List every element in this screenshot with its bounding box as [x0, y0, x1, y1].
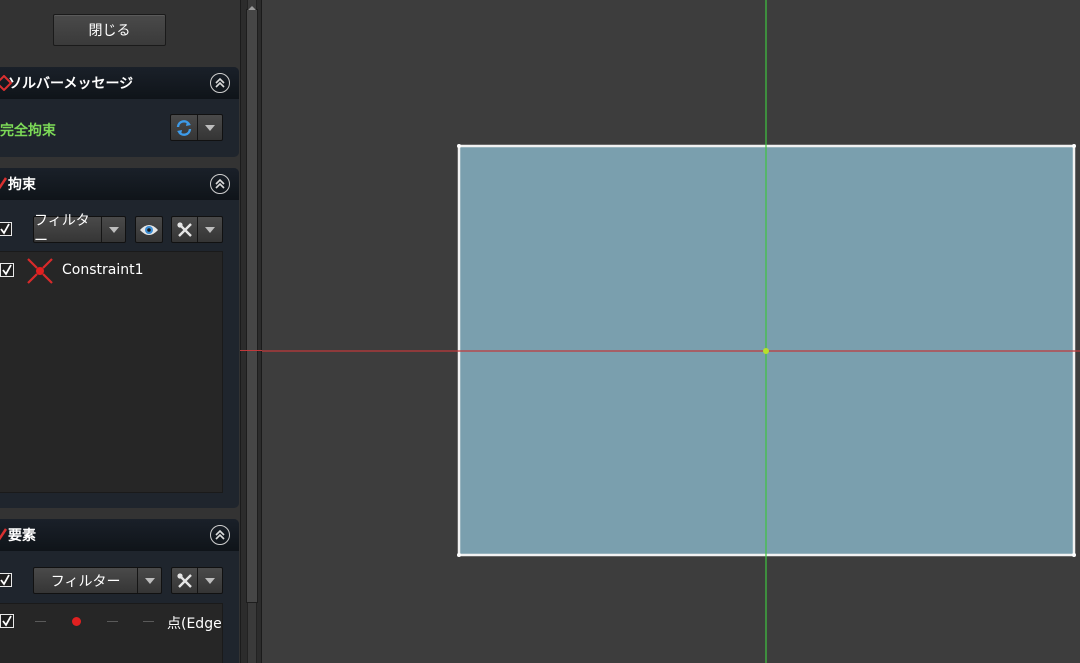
- edge-marker: [35, 621, 46, 622]
- constraints-settings-button[interactable]: [171, 216, 223, 243]
- rect-vertex[interactable]: [457, 144, 461, 148]
- elements-settings-button[interactable]: [171, 567, 223, 594]
- edge-marker: [143, 621, 154, 622]
- rect-vertex[interactable]: [1072, 553, 1076, 557]
- chevron-down-icon[interactable]: [198, 568, 222, 593]
- constraints-title: 拘束: [8, 177, 36, 193]
- coincident-constraint-icon: [25, 256, 55, 290]
- filter-label: フィルター: [34, 212, 90, 249]
- solver-messages-section: ソルバーメッセージ 完全拘束: [0, 67, 239, 157]
- collapse-icon[interactable]: [210, 174, 230, 194]
- rect-vertex[interactable]: [1072, 144, 1076, 148]
- constraints-select-all-checkbox[interactable]: [0, 222, 12, 236]
- horizontal-axis-segment: [240, 350, 262, 351]
- constraint-visibility-checkbox[interactable]: [0, 263, 14, 277]
- constraints-header[interactable]: 拘束: [0, 168, 239, 200]
- rect-vertex[interactable]: [457, 553, 461, 557]
- wrench-icon[interactable]: [172, 217, 197, 242]
- chevron-down-icon[interactable]: [102, 217, 125, 242]
- element-label: 点(Edge: [167, 616, 222, 632]
- refresh-icon[interactable]: [171, 115, 197, 140]
- wrench-icon[interactable]: [172, 568, 197, 593]
- eye-icon[interactable]: [136, 217, 162, 242]
- solver-status-icon: [0, 74, 13, 95]
- list-item[interactable]: Constraint1: [0, 252, 222, 288]
- elements-title: 要素: [8, 528, 36, 544]
- collapse-icon[interactable]: [210, 525, 230, 545]
- task-panel: 閉じる ソルバーメッセージ 完全拘束 拘束 フィルター Constraint1 …: [0, 0, 240, 663]
- filter-label: フィルター: [50, 573, 121, 590]
- solver-refresh-button[interactable]: [170, 114, 223, 141]
- element-visibility-checkbox[interactable]: [0, 614, 14, 628]
- constraints-filter-dropdown[interactable]: フィルター: [33, 212, 126, 249]
- scrollbar-thumb[interactable]: [246, 9, 258, 603]
- constraint-name: Constraint1: [62, 262, 144, 278]
- constraints-section: 拘束 フィルター Constraint1: [0, 168, 239, 508]
- panel-scrollbar[interactable]: [240, 0, 262, 663]
- chevron-down-icon[interactable]: [198, 217, 222, 242]
- elements-select-all-checkbox[interactable]: [0, 573, 12, 587]
- solver-messages-title: ソルバーメッセージ: [8, 76, 134, 92]
- close-button[interactable]: 閉じる: [53, 14, 166, 46]
- elements-filter-dropdown[interactable]: フィルター: [33, 567, 162, 594]
- elements-section: 要素 フィルター 点(Edge: [0, 519, 239, 663]
- elements-list: 点(Edge: [0, 603, 223, 663]
- elements-header[interactable]: 要素: [0, 519, 239, 551]
- element-icon: [0, 527, 10, 547]
- list-item[interactable]: 点(Edge: [0, 604, 222, 638]
- visibility-button[interactable]: [135, 216, 163, 243]
- scroll-up-icon[interactable]: [248, 0, 256, 10]
- edge-marker: [107, 621, 118, 622]
- chevron-down-icon[interactable]: [138, 568, 161, 593]
- origin-point[interactable]: [763, 348, 769, 354]
- solver-messages-header[interactable]: ソルバーメッセージ: [0, 67, 239, 99]
- chevron-down-icon[interactable]: [198, 115, 222, 140]
- constraint-icon: [0, 176, 10, 196]
- constraints-list: Constraint1: [0, 251, 223, 493]
- sketch-viewport[interactable]: [262, 0, 1080, 663]
- sketch-canvas[interactable]: [262, 0, 1080, 663]
- solver-status-text: 完全拘束: [0, 123, 56, 139]
- collapse-icon[interactable]: [210, 73, 230, 93]
- point-marker-icon: [72, 617, 81, 626]
